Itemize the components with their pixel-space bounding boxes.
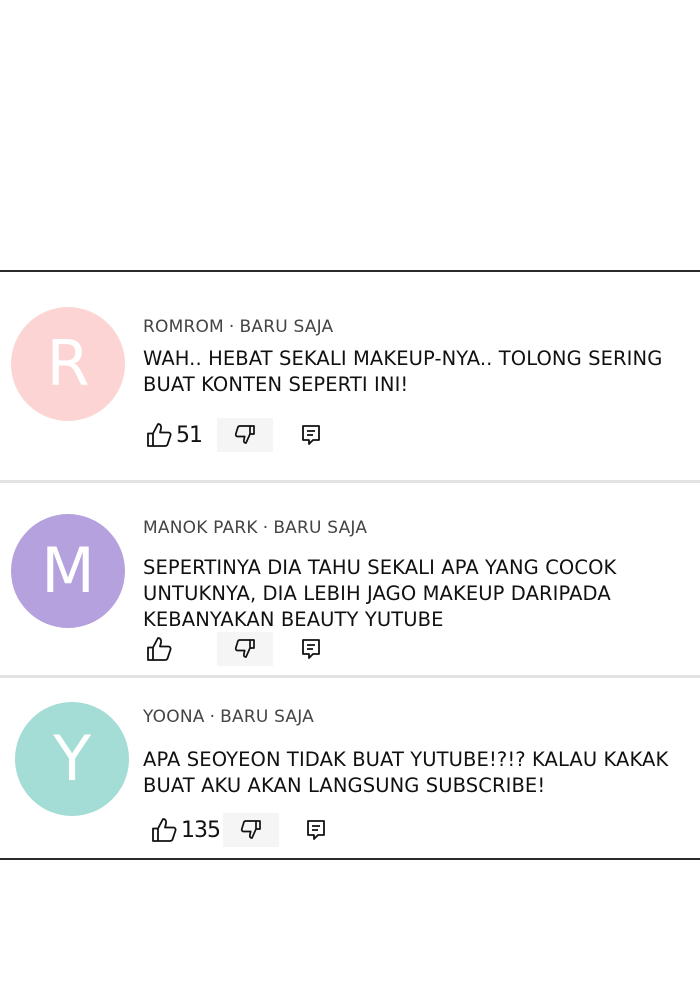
reply-comment-icon	[300, 637, 322, 661]
comment-text: WAH.. HEBAT SEKALI MAKEUP-NYA.. TOLONG S…	[143, 347, 663, 396]
reply-comment-icon	[305, 818, 327, 842]
dislike-button[interactable]	[217, 418, 273, 452]
avatar-letter: M	[41, 534, 95, 607]
meta-separator: ·	[209, 707, 216, 727]
comment-text: APA SEOYEON TIDAK BUAT YUTUBE!?!? KALAU …	[143, 748, 669, 797]
comment-meta: YOONA · BARU SAJA	[143, 707, 314, 727]
avatar-letter: R	[46, 327, 90, 400]
comment-time: BARU SAJA	[220, 707, 315, 727]
comment-item: M MANOK PARK · BARU SAJA SEPERTINYA DIA TA…	[0, 482, 700, 677]
comment-text: SEPERTINYA DIA TAHU SEKALI APA YANG COCO…	[143, 556, 617, 631]
reply-comment-icon	[300, 423, 322, 447]
like-count: 51	[176, 422, 203, 448]
comment-time: BARU SAJA	[273, 518, 368, 538]
avatar[interactable]: Y	[15, 702, 129, 816]
comment-author[interactable]: ROMROM	[143, 317, 224, 337]
avatar-letter: Y	[53, 722, 91, 795]
comment-item: Y YOONA · BARU SAJA APA SEOYEON TIDAK BUAT…	[0, 677, 700, 862]
like-count: 135	[181, 817, 221, 843]
thumbs-down-icon	[239, 818, 263, 842]
avatar[interactable]: M	[11, 514, 125, 628]
comment-author[interactable]: MANOK PARK	[143, 518, 258, 538]
comments-panel: R ROMROM · BARU SAJA WAH.. HEBAT SEKALI MA…	[0, 270, 700, 860]
comment-meta: ROMROM · BARU SAJA	[143, 317, 333, 337]
reply-button[interactable]	[300, 634, 322, 664]
reply-button[interactable]	[300, 420, 322, 450]
thumbs-down-icon	[233, 423, 257, 447]
comment-meta: MANOK PARK · BARU SAJA	[143, 518, 367, 538]
comment-time: BARU SAJA	[239, 317, 334, 337]
thumbs-down-icon	[233, 637, 257, 661]
thumbs-up-icon	[145, 635, 173, 663]
like-button[interactable]: 135	[150, 815, 221, 845]
reply-button[interactable]	[305, 815, 327, 845]
avatar[interactable]: R	[11, 307, 125, 421]
comment-author[interactable]: YOONA	[143, 707, 205, 727]
dislike-button[interactable]	[223, 813, 279, 847]
dislike-button[interactable]	[217, 632, 273, 666]
thumbs-up-icon	[145, 421, 173, 449]
comment-item: R ROMROM · BARU SAJA WAH.. HEBAT SEKALI MA…	[0, 272, 700, 482]
like-button[interactable]	[145, 634, 176, 664]
meta-separator: ·	[228, 317, 235, 337]
meta-separator: ·	[262, 518, 269, 538]
thumbs-up-icon	[150, 816, 178, 844]
like-button[interactable]: 51	[145, 420, 203, 450]
